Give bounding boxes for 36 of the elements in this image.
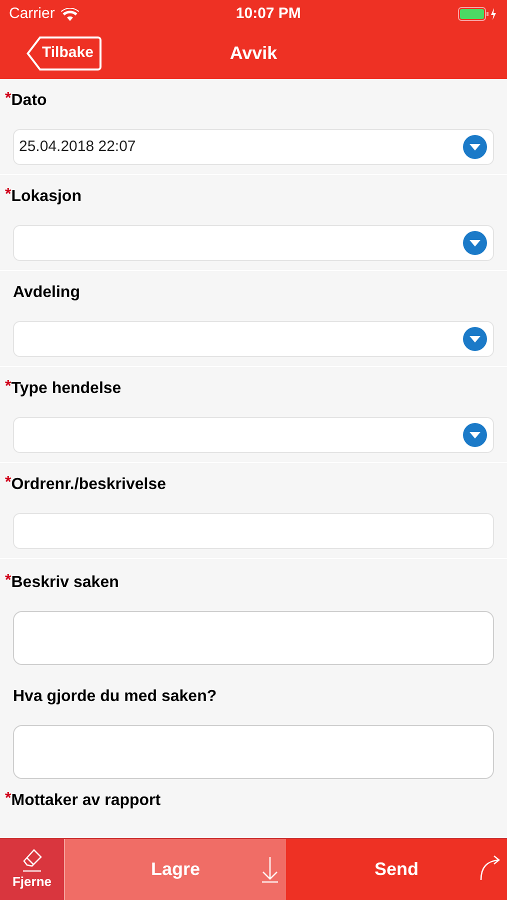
required-mark: * (5, 791, 12, 807)
field-label: Lokasjon (11, 187, 82, 207)
required-mark: * (5, 379, 12, 395)
required-mark: * (5, 573, 12, 589)
required-mark: * (5, 475, 12, 491)
clear-button[interactable]: Fjerne (0, 839, 64, 900)
send-button[interactable]: Send (286, 839, 507, 900)
field-label: Type hendelse (11, 379, 122, 399)
field-label: Ordrenr./beskrivelse (11, 475, 166, 495)
field-label: Beskriv saken (11, 573, 119, 593)
save-button[interactable]: Lagre (64, 839, 286, 900)
dropdown-icon (463, 423, 487, 447)
screen-title: Avvik (230, 42, 278, 65)
share-arrow-icon (479, 855, 501, 881)
wifi-icon (60, 8, 79, 20)
field-label: Mottaker av rapport (11, 791, 161, 811)
required-mark: * (5, 91, 12, 107)
dropdown-field[interactable] (13, 321, 494, 357)
battery-icon (458, 7, 498, 21)
dropdown-icon (463, 231, 487, 255)
field-label: Dato (11, 91, 47, 111)
dropdown-field[interactable]: 25.04.2018 22:07 (13, 129, 494, 165)
field-value: 25.04.2018 22:07 (19, 136, 136, 157)
download-icon (261, 856, 279, 883)
required-mark: * (5, 187, 12, 203)
dropdown-icon (463, 327, 487, 351)
dropdown-field[interactable] (13, 225, 494, 261)
dropdown-field[interactable] (13, 417, 494, 453)
dropdown-icon (463, 135, 487, 159)
eraser-icon (20, 848, 44, 872)
input-field[interactable] (13, 513, 494, 549)
status-time: 10:07 PM (236, 4, 301, 24)
carrier-label: Carrier (9, 4, 55, 24)
field-label: Hva gjorde du med saken? (13, 687, 217, 707)
field-label: Avdeling (13, 283, 80, 303)
back-button[interactable]: Tilbake (26, 36, 100, 71)
